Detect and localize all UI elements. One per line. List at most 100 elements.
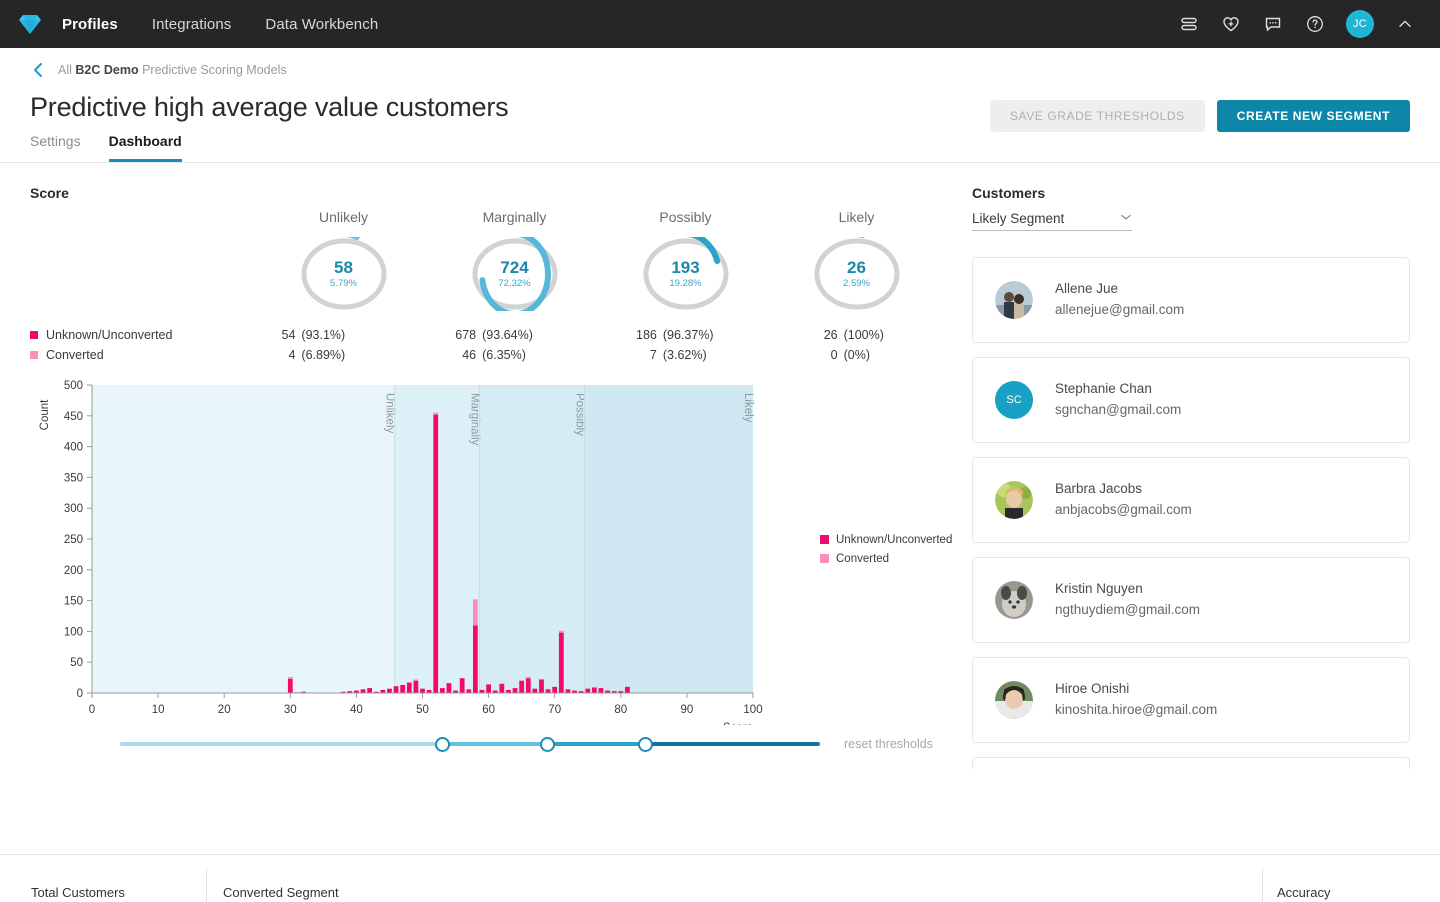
score-distribution-chart: UnlikelyMarginallyPossiblyLikely05010015… (30, 375, 942, 725)
customer-email: anbjacobs@gmail.com (1055, 500, 1192, 521)
breadcrumb-bar: All B2C Demo Predictive Scoring Models (0, 48, 1440, 92)
slider-handle-1[interactable] (435, 737, 450, 752)
nav-link-profiles[interactable]: Profiles (62, 16, 118, 33)
swatch-converted-icon (30, 351, 38, 359)
legend-item-unconverted: Unknown/Unconverted (820, 530, 952, 549)
nav-links: Profiles Integrations Data Workbench (62, 16, 378, 33)
customer-info: Hiroe Onishi kinoshita.hiroe@gmail.com (1055, 679, 1217, 721)
customer-email: kinoshita.hiroe@gmail.com (1055, 700, 1217, 721)
chevron-left-icon[interactable] (30, 61, 46, 79)
svg-text:0: 0 (89, 704, 95, 716)
heart-plus-icon[interactable] (1220, 13, 1242, 35)
svg-text:90: 90 (681, 704, 694, 716)
nav-link-integrations[interactable]: Integrations (152, 16, 232, 33)
gauge-possibly: Possibly 193 19.28% (600, 209, 771, 311)
server-icon[interactable] (1178, 13, 1200, 35)
gauge-ring: 193 19.28% (641, 237, 731, 311)
gauge-percent: 72.32% (498, 278, 530, 289)
user-avatar[interactable]: JC (1346, 10, 1374, 38)
reset-thresholds-link[interactable]: reset thresholds (844, 737, 933, 751)
breadcrumb-workspace[interactable]: B2C Demo (75, 63, 138, 77)
breakdown-percent: (96.37%) (657, 328, 719, 342)
breakdown-count: 46 (442, 348, 476, 362)
svg-text:50: 50 (70, 657, 83, 669)
svg-text:350: 350 (64, 472, 83, 484)
svg-text:450: 450 (64, 411, 83, 423)
breakdown-percent: (93.1%) (295, 328, 357, 342)
breakdown-cell: 0(0%) (761, 348, 942, 362)
footer-converted-segment: Converted Segment (223, 885, 339, 900)
breadcrumb-section[interactable]: Predictive Scoring Models (142, 63, 287, 77)
tab-dashboard[interactable]: Dashboard (109, 133, 182, 162)
avatar-initials-text: SC (1006, 394, 1021, 406)
svg-text:80: 80 (614, 704, 627, 716)
svg-text:100: 100 (64, 626, 83, 638)
svg-text:Marginally: Marginally (468, 393, 480, 446)
customer-card[interactable]: SC Stephanie Chan sgnchan@gmail.com (972, 357, 1410, 443)
diamond-logo-icon[interactable] (16, 10, 44, 38)
breadcrumb-all[interactable]: All (58, 63, 72, 77)
create-new-segment-button[interactable]: CREATE NEW SEGMENT (1217, 100, 1410, 132)
customer-info: Kristin Nguyen ngthuydiem@gmail.com (1055, 579, 1200, 621)
gauge-label: Unlikely (319, 209, 368, 225)
breakdown-cell: 7(3.62%) (581, 348, 762, 362)
score-panel: Score Unlikely 58 5.79% Marginally (30, 163, 942, 769)
breakdown-count: 186 (623, 328, 657, 342)
svg-text:150: 150 (64, 596, 83, 608)
slider-handle-2[interactable] (540, 737, 555, 752)
slider-track-segment (120, 742, 442, 746)
nav-link-data-workbench[interactable]: Data Workbench (265, 16, 378, 33)
customer-card[interactable]: Hiroe Onishi kinoshita.hiroe@gmail.com (972, 657, 1410, 743)
slider-handle-3[interactable] (638, 737, 653, 752)
help-circle-icon[interactable] (1304, 13, 1326, 35)
customer-card[interactable]: Barbra Jacobs anbjacobs@gmail.com (972, 457, 1410, 543)
breakdown-cell: 678(93.64%) (400, 328, 581, 342)
legend-label: Unknown/Unconverted (836, 534, 952, 546)
breakdown-cell: 46(6.35%) (400, 348, 581, 362)
breakdown-cell: 26(100%) (761, 328, 942, 342)
threshold-slider[interactable] (120, 731, 820, 757)
gauge-count: 193 (671, 259, 699, 277)
footer-divider (1262, 869, 1263, 902)
svg-text:250: 250 (64, 534, 83, 546)
customer-name: Kristin Nguyen (1055, 579, 1200, 600)
svg-text:400: 400 (64, 442, 83, 454)
gauge-label: Marginally (483, 209, 547, 225)
customer-card[interactable]: Allene Jue allenejue@gmail.com (972, 257, 1410, 343)
breakdown-percent: (0%) (838, 348, 900, 362)
segment-select[interactable]: Likely Segment (972, 211, 1132, 231)
slider-track-segment (442, 742, 547, 746)
customer-info: Barbra Jacobs anbjacobs@gmail.com (1055, 479, 1192, 521)
customers-panel: Customers Likely Segment (942, 163, 1410, 769)
avatar (995, 281, 1033, 319)
gauge-likely: Likely 26 2.59% (771, 209, 942, 311)
tab-settings[interactable]: Settings (30, 133, 81, 162)
customer-card[interactable] (972, 757, 1410, 769)
customer-email: ngthuydiem@gmail.com (1055, 600, 1200, 621)
gauge-ring: 724 72.32% (470, 237, 560, 311)
gauge-ring: 58 5.79% (299, 237, 389, 311)
legend-item-converted: Converted (820, 549, 952, 568)
legend-swatch-icon (820, 535, 829, 544)
customer-list[interactable]: Allene Jue allenejue@gmail.com SC Stepha… (972, 257, 1410, 769)
chat-icon[interactable] (1262, 13, 1284, 35)
chevron-up-icon[interactable] (1394, 13, 1416, 35)
save-grade-thresholds-button[interactable]: SAVE GRADE THRESHOLDS (990, 100, 1205, 132)
footer-divider (206, 869, 207, 902)
svg-text:Score: Score (723, 722, 753, 725)
customer-name: Stephanie Chan (1055, 379, 1181, 400)
gauge-ring: 26 2.59% (812, 237, 902, 311)
customers-heading: Customers (972, 185, 1410, 201)
header-actions: SAVE GRADE THRESHOLDS CREATE NEW SEGMENT (990, 100, 1410, 132)
customer-name: Barbra Jacobs (1055, 479, 1192, 500)
customer-email: sgnchan@gmail.com (1055, 400, 1181, 421)
svg-text:20: 20 (218, 704, 231, 716)
grade-gauges: Unlikely 58 5.79% Marginally (30, 209, 942, 311)
avatar (995, 581, 1033, 619)
svg-text:200: 200 (64, 565, 83, 577)
metrics-footer: Total Customers Converted Segment Accura… (0, 854, 1440, 900)
footer-accuracy: Accuracy (1277, 885, 1330, 900)
breakdown-count: 7 (623, 348, 657, 362)
customer-card[interactable]: Kristin Nguyen ngthuydiem@gmail.com (972, 557, 1410, 643)
top-navigation-bar: Profiles Integrations Data Workbench (0, 0, 1440, 48)
